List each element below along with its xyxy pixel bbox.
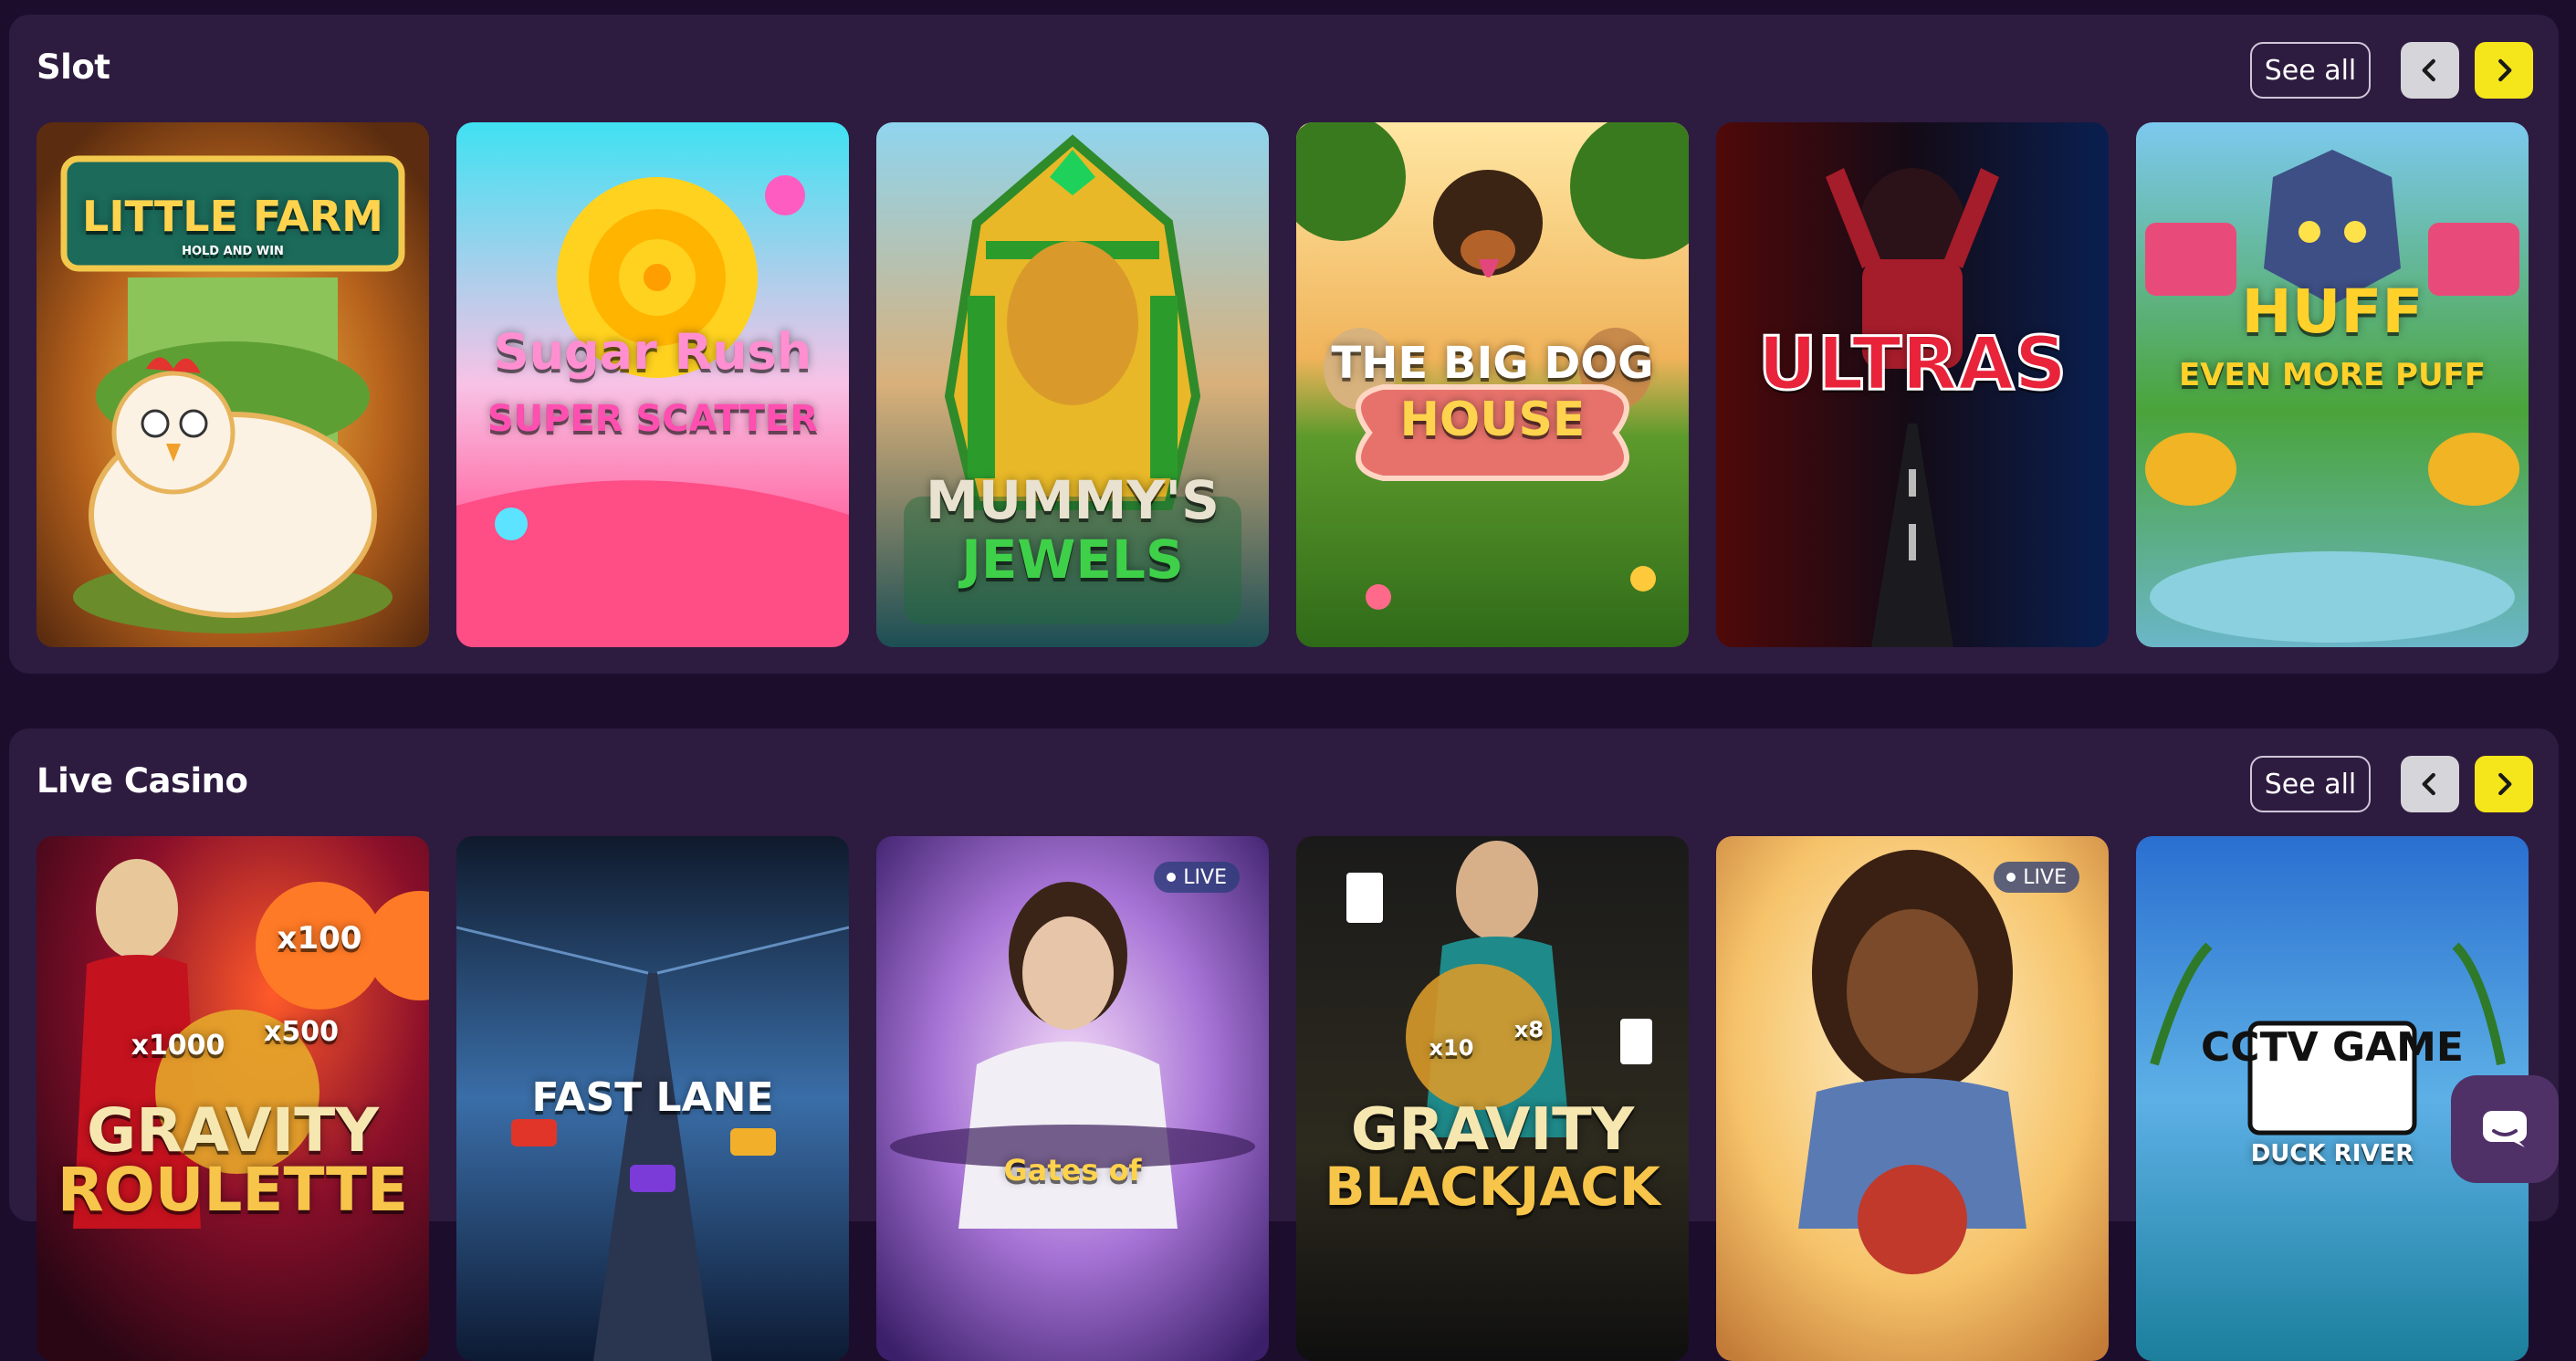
game-subtitle: BLACKJACK (1325, 1156, 1660, 1218)
game-card-big-dog-house[interactable]: THE BIG DOG HOUSE (1296, 122, 1689, 647)
chevron-left-icon (2422, 772, 2435, 796)
game-subtitle: ROULETTE (57, 1155, 409, 1225)
section-title-slot: Slot (37, 47, 110, 87)
game-card-mummys-jewels[interactable]: MUMMY'S JEWELS (876, 122, 1269, 647)
live-casino-section: Live Casino See all x100 x1000 x500 GRAV… (9, 728, 2559, 1361)
chevron-right-icon (2498, 772, 2512, 796)
multiplier-label: x100 (277, 920, 362, 957)
game-card-ultras[interactable]: ULTRAS (1716, 122, 2109, 647)
game-title: Gates of (1003, 1153, 1142, 1188)
sugar-rush-thumbnail (456, 122, 849, 647)
multiplier-label: x500 (264, 1016, 339, 1048)
game-subtitle: HOUSE (1399, 393, 1586, 447)
game-title: CCTV GAME (2201, 1024, 2464, 1071)
multiplier-label: x8 (1513, 1017, 1545, 1042)
live-casino-game-list: x100 x1000 x500 GRAVITY ROULETTE FAST LA… (37, 836, 2538, 1361)
game-card-little-farm[interactable]: LITTLE FARM HOLD AND WIN (37, 122, 429, 647)
game-card-fast-lane[interactable]: FAST LANE (456, 836, 849, 1361)
game-card-sugar-rush[interactable]: Sugar Rush SUPER SCATTER (456, 122, 849, 647)
live-badge: LIVE (1154, 862, 1240, 893)
multiplier-label: x10 (1429, 1035, 1474, 1061)
live-badge-label: LIVE (1183, 865, 1227, 889)
game-title: GRAVITY (86, 1095, 380, 1166)
game-title: GRAVITY (1350, 1096, 1635, 1164)
slot-game-list: LITTLE FARM HOLD AND WIN Sugar Rush SUPE… (37, 122, 2538, 647)
live-host-thumbnail (1716, 836, 2109, 1361)
slot-prev-button[interactable] (2401, 42, 2459, 99)
game-title: Sugar Rush (493, 323, 812, 381)
game-title: FAST LANE (531, 1074, 774, 1121)
game-title: THE BIG DOG (1331, 338, 1654, 389)
live-casino-see-all-button[interactable]: See all (2250, 756, 2371, 812)
game-card-gravity-roulette[interactable]: x100 x1000 x500 GRAVITY ROULETTE (37, 836, 429, 1361)
game-title: HUFF (2241, 277, 2424, 347)
chat-icon (2483, 1111, 2527, 1147)
chevron-right-icon (2498, 58, 2512, 82)
game-title: LITTLE FARM (82, 192, 383, 241)
live-badge-label: LIVE (2023, 865, 2067, 889)
chevron-left-icon (2422, 58, 2435, 82)
game-card-live-host[interactable]: LIVE (1716, 836, 2109, 1361)
game-subtitle: SUPER SCATTER (487, 398, 819, 440)
section-title-live-casino: Live Casino (37, 761, 248, 801)
live-dot-icon (1167, 873, 1177, 882)
chat-button[interactable] (2451, 1075, 2559, 1183)
game-subtitle: EVEN MORE PUFF (2178, 357, 2486, 393)
gates-of-thumbnail (876, 836, 1269, 1361)
live-dot-icon (2006, 873, 2016, 882)
live-badge: LIVE (1994, 862, 2079, 893)
game-title: MUMMY'S (926, 469, 1220, 531)
slot-section: Slot See all LITTLE FARM HOLD AND WIN Su… (9, 15, 2559, 674)
game-subtitle: HOLD AND WIN (182, 245, 284, 258)
game-subtitle: JEWELS (961, 529, 1184, 591)
live-casino-prev-button[interactable] (2401, 756, 2459, 812)
multiplier-label: x1000 (131, 1030, 225, 1062)
slot-next-button[interactable] (2475, 42, 2533, 99)
game-card-huff-puff[interactable]: HUFF EVEN MORE PUFF (2136, 122, 2529, 647)
live-casino-next-button[interactable] (2475, 756, 2533, 812)
slot-see-all-button[interactable]: See all (2250, 42, 2371, 99)
game-card-gates-of[interactable]: LIVE Gates of (876, 836, 1269, 1361)
game-card-gravity-blackjack[interactable]: x10 x8 GRAVITY BLACKJACK (1296, 836, 1689, 1361)
game-title: ULTRAS (1756, 321, 2068, 406)
